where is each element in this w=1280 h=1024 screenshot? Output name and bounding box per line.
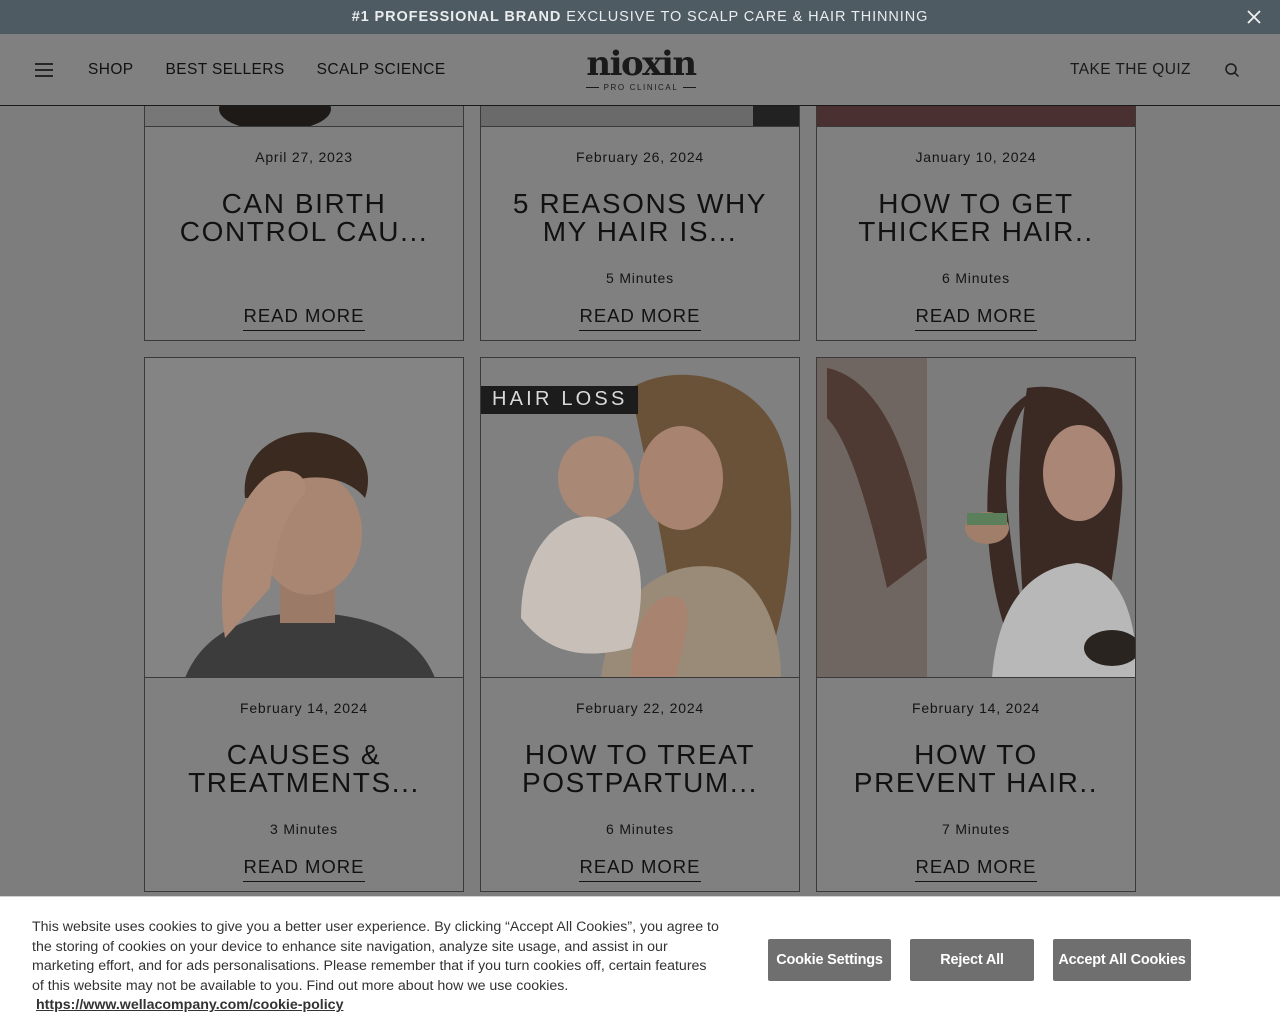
promo-bar: #1 PROFESSIONAL BRAND EXCLUSIVE TO SCALP… — [0, 0, 1280, 34]
article-card[interactable]: April 27, 2023 CAN BIRTH CONTROL CAU... R… — [144, 106, 464, 341]
article-image — [145, 106, 463, 127]
article-read-time: 3 Minutes — [270, 821, 338, 837]
read-more-link[interactable]: READ MORE — [579, 856, 701, 882]
nav-scalp-science[interactable]: SCALP SCIENCE — [317, 61, 446, 79]
article-date: February 26, 2024 — [575, 149, 704, 165]
accept-all-cookies-button[interactable]: Accept All Cookies — [1053, 939, 1191, 981]
article-read-time — [145, 270, 463, 286]
article-read-time: 7 Minutes — [942, 821, 1010, 837]
nioxin-logo[interactable]: nioxin PRO CLINICAL — [585, 46, 697, 92]
article-image: HAIR LOSS — [481, 358, 799, 678]
read-more-link[interactable]: READ MORE — [915, 305, 1037, 331]
article-read-time: 5 Minutes — [606, 270, 674, 286]
logo-subtitle: PRO CLINICAL — [603, 83, 679, 92]
logo-wordmark: nioxin — [586, 44, 697, 84]
cookie-policy-link[interactable]: https://www.wellacompany.com/cookie-poli… — [36, 997, 343, 1013]
article-card[interactable]: February 14, 2024 CAUSES & TREATMENTS... … — [144, 357, 464, 892]
article-read-time: 6 Minutes — [606, 821, 674, 837]
article-image — [817, 106, 1135, 127]
promo-text: EXCLUSIVE TO SCALP CARE & HAIR THINNING — [566, 9, 929, 25]
article-title: HOW TO TREAT POSTPARTUM... — [521, 739, 758, 798]
read-more-link[interactable]: READ MORE — [243, 856, 365, 882]
site-header: SHOP BEST SELLERS SCALP SCIENCE nioxin P… — [0, 34, 1280, 106]
main-nav: SHOP BEST SELLERS SCALP SCIENCE — [88, 61, 446, 79]
article-read-time: 6 Minutes — [942, 270, 1010, 286]
article-image — [145, 358, 463, 678]
read-more-link[interactable]: READ MORE — [243, 305, 365, 331]
cookie-notice-body: This website uses cookies to give you a … — [32, 919, 719, 994]
cookie-settings-button[interactable]: Cookie Settings — [768, 939, 891, 981]
article-date: April 27, 2023 — [255, 149, 353, 165]
search-icon[interactable] — [1224, 62, 1240, 78]
read-more-link[interactable]: READ MORE — [915, 856, 1037, 882]
article-date: January 10, 2024 — [915, 149, 1037, 165]
article-title: HOW TO PREVENT HAIR.. — [853, 739, 1099, 798]
article-image — [817, 358, 1135, 678]
reject-all-button[interactable]: Reject All — [910, 939, 1034, 981]
cookie-banner: This website uses cookies to give you a … — [0, 896, 1280, 1024]
hamburger-menu-icon[interactable] — [34, 62, 54, 78]
article-title: CAUSES & TREATMENTS... — [188, 739, 420, 798]
article-date: February 14, 2024 — [911, 700, 1040, 716]
article-card[interactable]: February 26, 2024 5 REASONS WHY MY HAIR I… — [480, 106, 800, 341]
read-more-link[interactable]: READ MORE — [579, 305, 701, 331]
article-image — [481, 106, 799, 127]
article-card[interactable]: February 14, 2024 HOW TO PREVENT HAIR.. 7… — [816, 357, 1136, 892]
nav-best-sellers[interactable]: BEST SELLERS — [166, 61, 285, 79]
article-card[interactable]: January 10, 2024 HOW TO GET THICKER HAIR.… — [816, 106, 1136, 341]
cookie-notice-text: This website uses cookies to give you a … — [32, 918, 722, 1016]
article-title: CAN BIRTH CONTROL CAU... — [179, 188, 429, 247]
article-title: 5 REASONS WHY MY HAIR IS... — [512, 188, 768, 247]
article-title: HOW TO GET THICKER HAIR.. — [858, 188, 1094, 247]
article-date: February 14, 2024 — [239, 700, 368, 716]
article-card[interactable]: HAIR LOSS February 22, 2024 HOW TO TREAT… — [480, 357, 800, 892]
promo-bold-text: #1 PROFESSIONAL BRAND — [351, 9, 562, 25]
logo-subtitle-row: PRO CLINICAL — [585, 83, 697, 92]
article-grid: April 27, 2023 CAN BIRTH CONTROL CAU... R… — [0, 106, 1280, 896]
category-tag[interactable]: HAIR LOSS — [481, 386, 638, 414]
article-date: February 22, 2024 — [575, 700, 704, 716]
close-icon[interactable] — [1246, 9, 1262, 25]
take-the-quiz-link[interactable]: TAKE THE QUIZ — [1070, 61, 1191, 79]
nav-shop[interactable]: SHOP — [88, 61, 134, 79]
